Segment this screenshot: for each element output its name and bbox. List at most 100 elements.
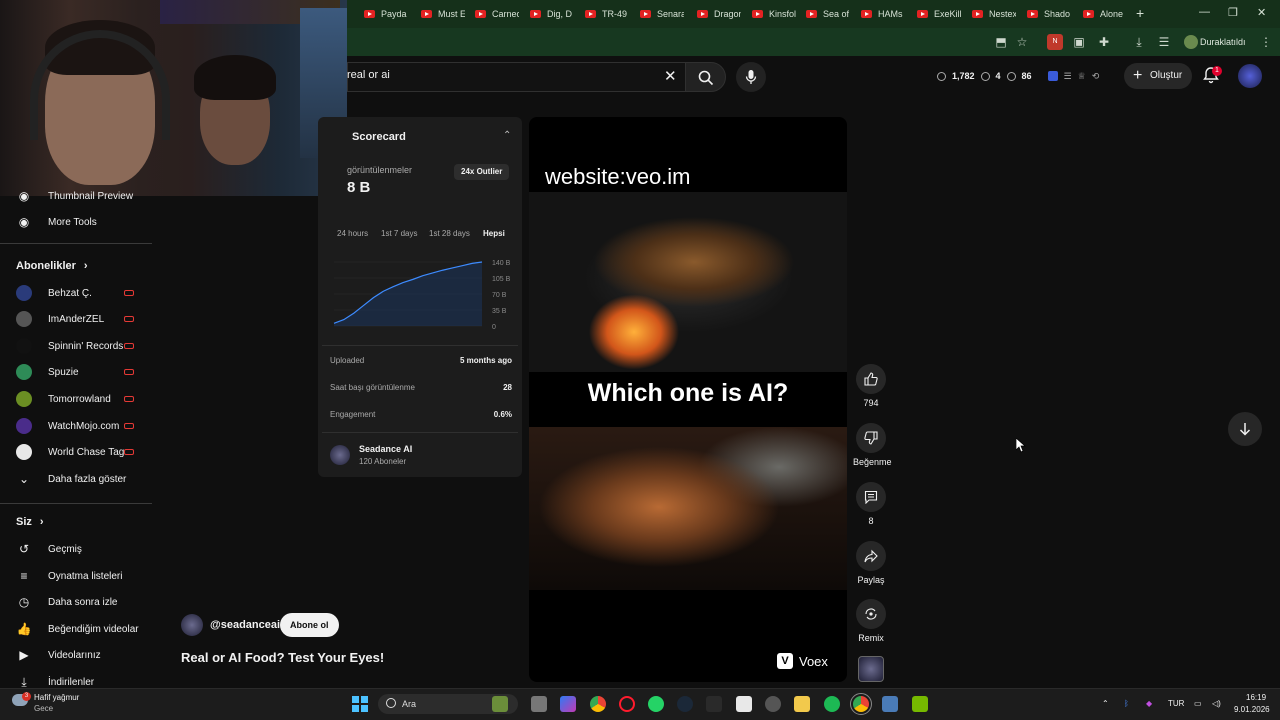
browser-tab[interactable]: Carnec (475, 4, 519, 24)
browser-tab[interactable]: Senara (640, 4, 684, 24)
sidebar-subscription[interactable]: WatchMojo.com (16, 416, 119, 436)
chrome-active-icon[interactable] (850, 693, 872, 715)
period-tab-28d[interactable]: 1st 28 days (429, 229, 470, 238)
maximize-button[interactable]: ❐ (1228, 6, 1238, 19)
browser-tab[interactable]: Sea of (806, 4, 850, 24)
browser-tab[interactable]: Dig, D (530, 4, 574, 24)
video-title[interactable]: Real or AI Food? Test Your Eyes! (181, 650, 384, 665)
scorecard-channel-avatar[interactable] (330, 445, 350, 465)
tray-overflow-icon[interactable]: ⌃ (1102, 699, 1109, 708)
next-video-button[interactable] (1228, 412, 1262, 446)
browser-tab[interactable]: HAMs (861, 4, 905, 24)
whatsapp-icon[interactable] (648, 696, 664, 712)
sidebar-item-watch-later[interactable]: ◷ Daha sonra izle (16, 592, 118, 612)
browser-tab[interactable]: ExeKill (917, 4, 961, 24)
period-tab-all[interactable]: Hepsi (483, 229, 505, 238)
extension-icon[interactable]: ▣ (1071, 34, 1087, 50)
you-heading[interactable]: Siz › (16, 516, 44, 528)
task-view-icon[interactable] (531, 696, 547, 712)
comments-button[interactable]: 8 (853, 482, 889, 526)
sidebar-item-playlists[interactable]: ≡ Oynatma listeleri (16, 566, 122, 586)
browser-tab[interactable]: Dragon (697, 4, 741, 24)
photos-icon[interactable] (882, 696, 898, 712)
sidebar-item-more-tools[interactable]: ◉ More Tools (16, 212, 97, 232)
sidebar-item-liked-videos[interactable]: 👍 Beğendiğim videolar (16, 619, 139, 639)
epic-games-icon[interactable] (706, 696, 722, 712)
close-window-button[interactable]: ✕ (1257, 6, 1266, 19)
sidebar-subscription[interactable]: Behzat Ç. (16, 283, 92, 303)
sidebar-item-history[interactable]: ↺ Geçmiş (16, 539, 82, 559)
collapse-chevron-icon[interactable]: ⌃ (503, 130, 511, 141)
spotify-icon[interactable] (824, 696, 840, 712)
browser-tab[interactable]: Kinsfol (752, 4, 796, 24)
browser-tab[interactable]: TR-49 (585, 4, 629, 24)
file-explorer-icon[interactable] (794, 696, 810, 712)
browser-tab[interactable]: Must E (421, 4, 465, 24)
extensions-puzzle-icon[interactable]: ✚ (1096, 34, 1112, 50)
opera-icon[interactable] (619, 696, 635, 712)
like-button[interactable]: 794 (853, 364, 889, 408)
sidebar-item-thumbnail-preview[interactable]: ◉ Thumbnail Preview (16, 186, 133, 206)
volume-icon[interactable]: ◁) (1212, 699, 1221, 708)
settings-gear-icon[interactable] (765, 696, 781, 712)
list-icon[interactable]: ☰ (1064, 71, 1072, 82)
search-input[interactable]: real or ai (347, 69, 390, 81)
downloads-icon[interactable]: ⤓ (1131, 34, 1147, 50)
sidebar-subscription[interactable]: ImAnderZEL (16, 309, 104, 329)
profile-chip[interactable]: Duraklatıldı (1180, 33, 1252, 51)
messenger-app-icon[interactable] (736, 696, 752, 712)
subscriptions-heading[interactable]: Abonelikler › (16, 260, 88, 272)
show-more-button[interactable]: ⌄ Daha fazla göster (16, 469, 126, 489)
browser-tab[interactable]: Nestex (972, 4, 1016, 24)
scorecard-channel-name[interactable]: Seadance AI (359, 444, 412, 454)
clear-search-icon[interactable]: ✕ (664, 67, 677, 85)
tray-app-icon[interactable]: ◆ (1146, 699, 1152, 708)
browser-tab[interactable]: Alone (1083, 4, 1127, 24)
steam-icon[interactable] (677, 696, 693, 712)
sidebar-subscription[interactable]: World Chase Tag (16, 442, 124, 462)
sidebar-item-your-videos[interactable]: ▶ Videolarınız (16, 645, 100, 665)
clock-date[interactable]: 9.01.2026 (1234, 705, 1270, 714)
browser-menu-icon[interactable]: ⋮ (1258, 34, 1274, 50)
browser-tab[interactable]: Payda (364, 4, 408, 24)
new-tab-button[interactable]: + (1136, 5, 1144, 21)
nvidia-icon[interactable] (912, 696, 928, 712)
browser-tab[interactable]: Shado (1027, 4, 1071, 24)
extension-new-icon[interactable]: N (1047, 34, 1063, 50)
dislike-button[interactable]: Beğenme (853, 423, 892, 467)
trophy-icon[interactable]: ♕ (1078, 71, 1086, 82)
short-video-player[interactable]: website:veo.im Which one is AI? V Voex (529, 117, 847, 682)
sidebar-subscription[interactable]: Tomorrowland (16, 389, 111, 409)
reading-list-icon[interactable]: ☰ (1156, 34, 1172, 50)
period-tab-24h[interactable]: 24 hours (337, 229, 368, 238)
start-windows-icon[interactable] (352, 696, 368, 712)
sound-channel-avatar[interactable] (858, 656, 884, 682)
network-icon[interactable]: ▭ (1194, 699, 1202, 708)
minimize-button[interactable]: — (1199, 6, 1210, 18)
extension-logo-icon[interactable] (1047, 71, 1058, 81)
search-box[interactable] (347, 62, 685, 92)
language-indicator[interactable]: TUR (1168, 699, 1184, 708)
install-app-icon[interactable]: ⬒ (993, 34, 1009, 50)
remix-button[interactable]: Remix (853, 599, 889, 643)
account-avatar[interactable] (1238, 64, 1262, 88)
widget-landscape-icon[interactable] (492, 696, 508, 712)
youtube-favicon-icon (530, 10, 541, 18)
voice-search-button[interactable] (736, 62, 766, 92)
bluetooth-icon[interactable]: ᛒ (1124, 699, 1129, 708)
create-button[interactable]: Oluştur (1124, 63, 1192, 89)
search-button[interactable] (685, 62, 726, 92)
channel-handle[interactable]: @seadanceai (210, 619, 280, 631)
subscribe-button[interactable]: Abone ol (280, 613, 339, 637)
channel-avatar[interactable] (181, 614, 203, 636)
bookmark-star-icon[interactable]: ☆ (1014, 34, 1030, 50)
weather-condition[interactable]: Hafif yağmur (34, 693, 79, 702)
sidebar-subscription[interactable]: Spinnin' Records (16, 336, 123, 356)
chrome-icon[interactable] (590, 696, 606, 712)
copilot-icon[interactable] (560, 696, 576, 712)
share-button[interactable]: Paylaş (853, 541, 889, 585)
clock-time[interactable]: 16:19 (1246, 693, 1266, 702)
period-tab-7d[interactable]: 1st 7 days (381, 229, 417, 238)
sidebar-subscription[interactable]: Spuzie (16, 362, 79, 382)
compare-icon[interactable]: ⟲ (1092, 71, 1100, 82)
